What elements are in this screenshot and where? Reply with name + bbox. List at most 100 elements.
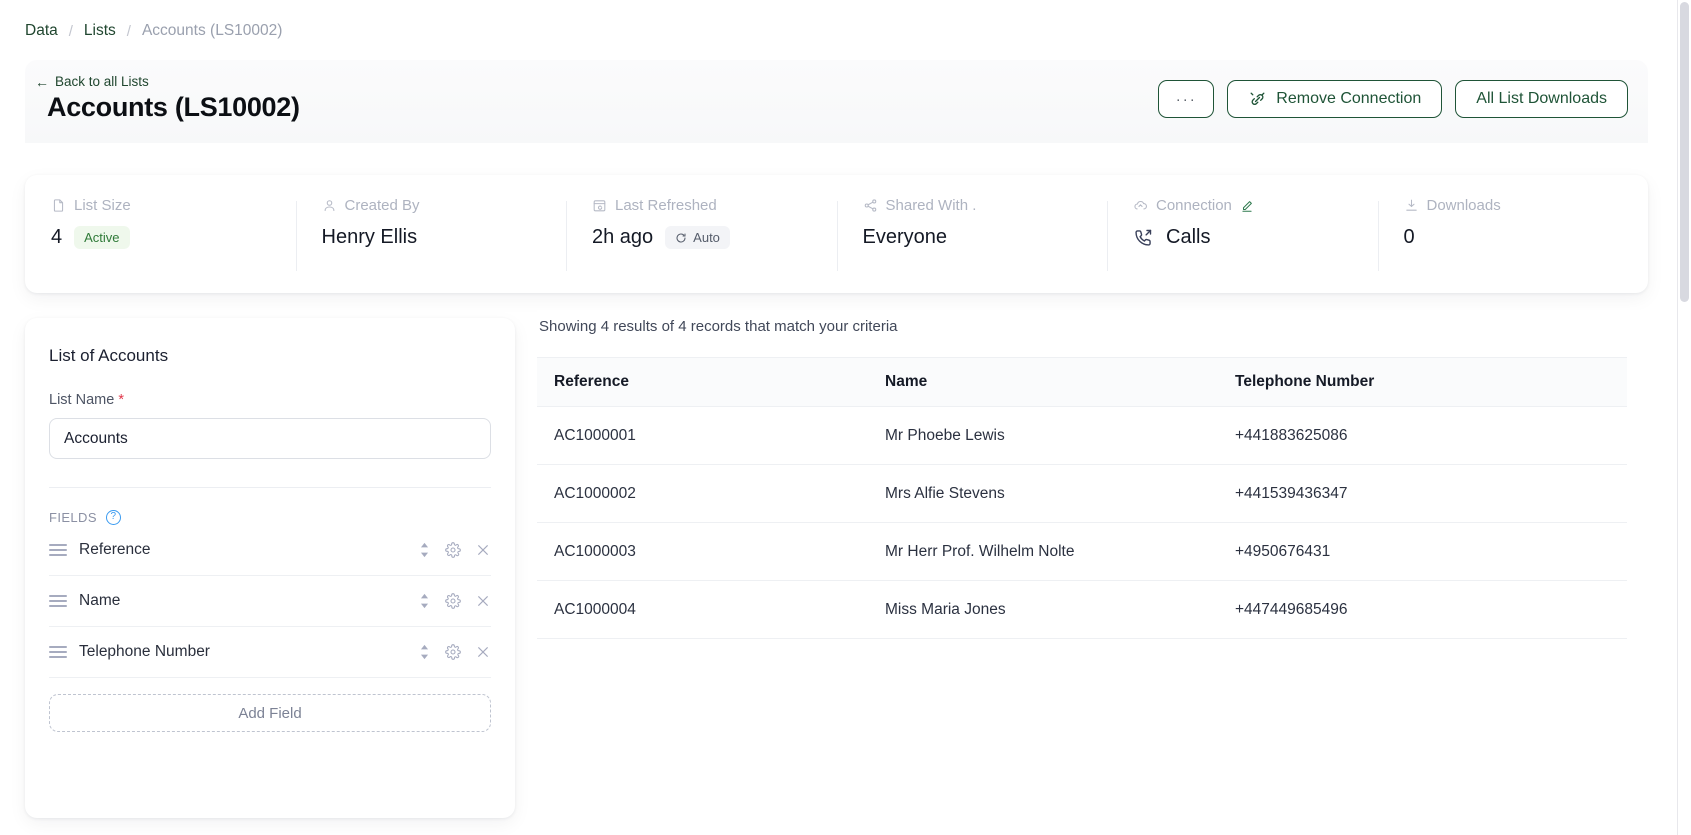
stat-list-size-value: 4 Active <box>51 226 270 249</box>
stat-connection-label: Connection <box>1133 197 1352 214</box>
share-icon <box>863 198 878 213</box>
stat-shared-with: Shared With . Everyone <box>836 197 1108 293</box>
all-list-downloads-button[interactable]: All List Downloads <box>1455 80 1628 118</box>
stat-last-refreshed-value: 2h ago Auto <box>592 226 811 249</box>
list-name-label: List Name * <box>49 392 491 408</box>
stat-list-size-label: List Size <box>51 197 270 214</box>
refresh-icon <box>675 232 687 244</box>
stat-label-text: List Size <box>74 197 131 214</box>
gear-icon[interactable] <box>445 593 461 609</box>
breadcrumb-item-data[interactable]: Data <box>25 22 58 40</box>
connection-name: Calls <box>1166 226 1211 248</box>
cell-reference: AC1000003 <box>554 542 636 560</box>
table-row[interactable]: AC1000002 Mrs Alfie Stevens +44153943634… <box>537 465 1627 523</box>
fields-list: Reference Name Telephone Number <box>49 525 491 678</box>
results-table: Reference Name Telephone Number AC100000… <box>537 357 1627 639</box>
remove-field-icon[interactable] <box>475 542 491 558</box>
panel-divider <box>49 487 491 488</box>
pencil-icon[interactable] <box>1240 199 1254 213</box>
results-panel: Showing 4 results of 4 records that matc… <box>537 310 1648 818</box>
required-asterisk: * <box>118 392 124 408</box>
cell-name: Miss Maria Jones <box>885 600 1006 618</box>
stat-connection: Connection Calls <box>1107 197 1378 293</box>
breadcrumb-item-current: Accounts (LS10002) <box>141 22 283 39</box>
document-icon <box>51 198 66 213</box>
stat-created-by-label: Created By <box>322 197 541 214</box>
breadcrumb-item-lists[interactable]: Lists <box>84 22 116 40</box>
sort-icon[interactable] <box>418 644 431 660</box>
stat-connection-value: Calls <box>1133 226 1352 249</box>
stat-label-text: Created By <box>344 197 420 214</box>
cell-name: Mr Herr Prof. Wilhelm Nolte <box>885 542 1075 560</box>
drag-handle-icon[interactable] <box>49 643 67 661</box>
field-row-actions <box>418 644 491 660</box>
gear-icon[interactable] <box>445 644 461 660</box>
more-options-button[interactable]: ··· <box>1158 80 1215 118</box>
field-row-actions <box>418 542 491 558</box>
stat-label-text: Downloads <box>1426 197 1501 214</box>
drag-handle-icon[interactable] <box>49 541 67 559</box>
list-name-input[interactable] <box>49 418 491 459</box>
add-field-button[interactable]: Add Field <box>49 694 491 732</box>
stat-last-refreshed: Last Refreshed 2h ago Auto <box>566 197 837 293</box>
table-row[interactable]: AC1000003 Mr Herr Prof. Wilhelm Nolte +4… <box>537 523 1627 581</box>
cell-telephone: +447449685496 <box>1235 600 1348 618</box>
stat-created-by: Created By Henry Ellis <box>295 197 567 293</box>
auto-badge-label: Auto <box>693 230 720 245</box>
stat-downloads-label: Downloads <box>1404 197 1623 214</box>
cell-reference: AC1000001 <box>554 426 636 444</box>
sort-icon[interactable] <box>418 593 431 609</box>
cell-name: Mrs Alfie Stevens <box>885 484 1005 502</box>
header-actions: ··· Remove Connection All List Downloads <box>1158 80 1628 118</box>
breadcrumb-separator: / <box>126 22 131 40</box>
stat-label-text: Shared With . <box>885 197 977 214</box>
user-icon <box>322 198 337 213</box>
cloud-icon <box>1133 198 1148 213</box>
broken-link-icon <box>1248 90 1267 109</box>
help-icon[interactable]: ? <box>105 510 121 525</box>
column-header-name[interactable]: Name <box>885 373 1235 391</box>
list-name-label-text: List Name <box>49 392 115 408</box>
table-row[interactable]: AC1000001 Mr Phoebe Lewis +441883625086 <box>537 407 1627 465</box>
sort-icon[interactable] <box>418 542 431 558</box>
page-scrollbar[interactable] <box>1677 0 1691 835</box>
field-row[interactable]: Reference <box>49 525 491 576</box>
field-name-label: Telephone Number <box>79 643 210 660</box>
download-icon <box>1404 198 1419 213</box>
table-header-row: Reference Name Telephone Number <box>537 357 1627 407</box>
breadcrumb-separator: / <box>68 22 73 40</box>
remove-connection-button[interactable]: Remove Connection <box>1227 80 1443 118</box>
drag-handle-icon[interactable] <box>49 592 67 610</box>
column-header-telephone[interactable]: Telephone Number <box>1235 373 1585 391</box>
remove-field-icon[interactable] <box>475 593 491 609</box>
stat-label-text: Connection <box>1156 197 1232 214</box>
field-row[interactable]: Name <box>49 576 491 627</box>
cell-reference: AC1000004 <box>554 600 636 618</box>
list-editor-panel: List of Accounts List Name * FIELDS ? Re… <box>25 318 515 818</box>
back-to-all-lists-link[interactable]: ← Back to all Lists <box>35 74 149 89</box>
page-scrollbar-thumb[interactable] <box>1680 2 1689 302</box>
cell-name: Mr Phoebe Lewis <box>885 426 1005 444</box>
stat-downloads: Downloads 0 <box>1377 197 1649 293</box>
stat-label-text: Last Refreshed <box>615 197 717 214</box>
cell-telephone: +441883625086 <box>1235 426 1348 444</box>
last-refreshed-text: 2h ago <box>592 226 654 248</box>
all-list-downloads-label: All List Downloads <box>1476 90 1607 107</box>
gear-icon[interactable] <box>445 542 461 558</box>
list-stats-card: List Size 4 Active Created By Henry Elli… <box>25 175 1648 293</box>
fields-label: FIELDS <box>49 510 97 525</box>
cell-telephone: +441539436347 <box>1235 484 1348 502</box>
breadcrumb: Data / Lists / Accounts (LS10002) <box>25 22 282 40</box>
remove-field-icon[interactable] <box>475 644 491 660</box>
results-summary: Showing 4 results of 4 records that matc… <box>539 318 898 335</box>
table-row[interactable]: AC1000004 Miss Maria Jones +447449685496 <box>537 581 1627 639</box>
stat-created-by-value: Henry Ellis <box>321 226 418 248</box>
field-row[interactable]: Telephone Number <box>49 627 491 678</box>
column-header-reference[interactable]: Reference <box>537 373 885 391</box>
field-row-actions <box>418 593 491 609</box>
fields-section-header: FIELDS ? <box>49 510 491 525</box>
page-header: ← Back to all Lists Accounts (LS10002) ·… <box>25 60 1648 143</box>
remove-connection-label: Remove Connection <box>1276 90 1422 107</box>
stat-last-refreshed-label: Last Refreshed <box>592 197 811 214</box>
cell-reference: AC1000002 <box>554 484 636 502</box>
